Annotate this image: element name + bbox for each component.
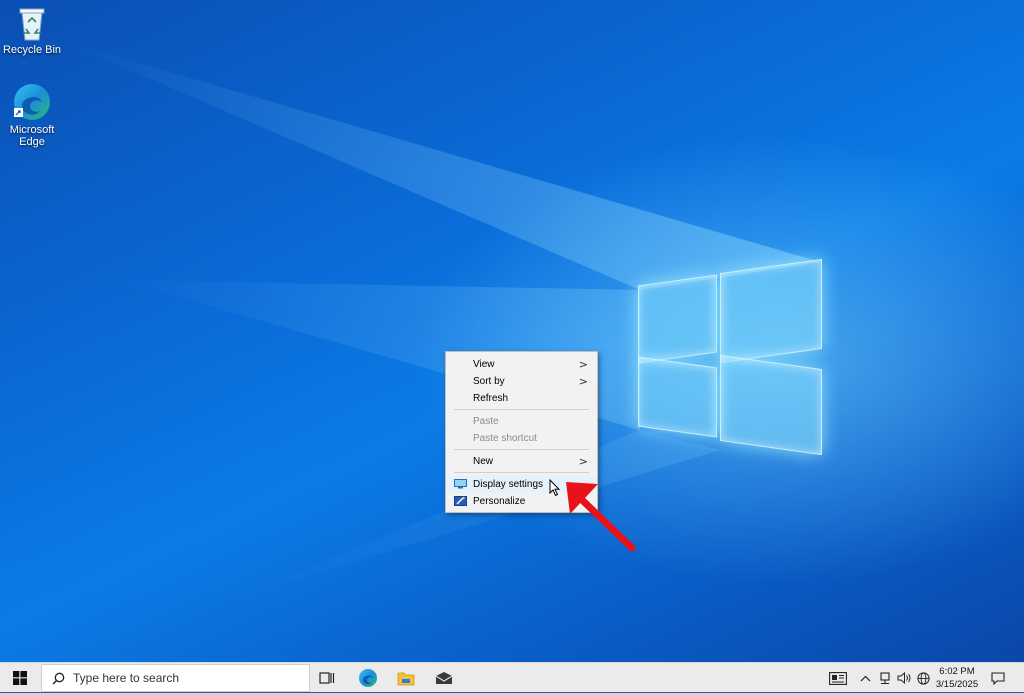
- menu-separator: [454, 449, 589, 450]
- language-button[interactable]: [914, 663, 932, 693]
- menu-item-label: Refresh: [473, 393, 509, 404]
- desktop-icon-edge[interactable]: Microsoft Edge: [2, 82, 62, 148]
- menu-item-sort-by[interactable]: Sort by >: [447, 373, 596, 390]
- menu-item-label: Display settings: [473, 479, 544, 490]
- taskbar: Type here to search 6:02 PM 3/15/2025: [0, 662, 1024, 692]
- start-button[interactable]: [0, 663, 40, 693]
- menu-item-new[interactable]: New >: [447, 453, 596, 470]
- menu-separator: [454, 409, 589, 410]
- chevron-up-icon: [860, 675, 870, 681]
- task-view-button[interactable]: [312, 663, 342, 693]
- menu-item-label: Personalize: [473, 496, 526, 507]
- network-button[interactable]: [876, 663, 894, 693]
- chevron-right-icon: >: [578, 375, 588, 388]
- personalize-icon: [454, 496, 467, 506]
- windows-start-icon: [13, 671, 27, 685]
- windows-logo-pane-tr: [720, 258, 822, 364]
- menu-item-label: Paste: [473, 416, 499, 427]
- desktop-icon-label: Microsoft Edge: [9, 124, 55, 148]
- windows-logo-pane-tl: [638, 274, 717, 364]
- edge-icon: [359, 669, 377, 687]
- action-center-icon: [991, 671, 1005, 685]
- search-icon: [52, 672, 65, 685]
- menu-item-view[interactable]: View >: [447, 356, 596, 373]
- action-center-button[interactable]: [984, 663, 1012, 693]
- news-and-interests-button[interactable]: [824, 663, 852, 693]
- mail-icon: [435, 672, 453, 684]
- edge-icon: [14, 84, 50, 120]
- desktop-icon-recycle-bin[interactable]: Recycle Bin: [2, 4, 62, 56]
- menu-item-refresh[interactable]: Refresh: [447, 390, 596, 407]
- menu-item-label: Paste shortcut: [473, 433, 537, 444]
- volume-button[interactable]: [894, 663, 914, 693]
- desktop[interactable]: Recycle Bin Microsoft Edge View > Sort b…: [0, 0, 1024, 662]
- menu-item-paste: Paste: [447, 413, 596, 430]
- file-explorer-icon: [397, 672, 415, 686]
- desktop-icon-label: Recycle Bin: [2, 44, 62, 56]
- recycle-bin-icon: [19, 8, 45, 41]
- globe-icon: [916, 671, 930, 685]
- menu-separator: [454, 472, 589, 473]
- clock-date: 3/15/2025: [935, 679, 979, 690]
- task-view-icon: [319, 672, 335, 684]
- taskbar-file-explorer-button[interactable]: [390, 663, 422, 693]
- news-icon: [829, 671, 847, 685]
- taskbar-mail-button[interactable]: [428, 663, 460, 693]
- volume-icon: [897, 672, 910, 684]
- clock-time: 6:02 PM: [939, 666, 975, 677]
- chevron-right-icon: >: [578, 358, 588, 371]
- taskbar-search-box[interactable]: Type here to search: [41, 664, 310, 692]
- search-placeholder: Type here to search: [73, 671, 180, 685]
- taskbar-clock[interactable]: 6:02 PM 3/15/2025: [932, 665, 982, 691]
- chevron-right-icon: >: [578, 455, 588, 468]
- windows-logo-pane-bl: [638, 356, 717, 438]
- show-hidden-icons-button[interactable]: [856, 663, 874, 693]
- taskbar-edge-button[interactable]: [352, 663, 384, 693]
- menu-item-label: View: [473, 359, 495, 370]
- menu-item-label: Sort by: [473, 376, 505, 387]
- network-icon: [880, 671, 890, 684]
- wallpaper-light-beams: [60, 40, 820, 600]
- annotation-arrow: [566, 482, 636, 552]
- windows-logo-pane-br: [720, 354, 822, 456]
- menu-item-paste-shortcut: Paste shortcut: [447, 430, 596, 447]
- menu-item-label: New: [473, 456, 494, 467]
- display-icon: [454, 479, 467, 489]
